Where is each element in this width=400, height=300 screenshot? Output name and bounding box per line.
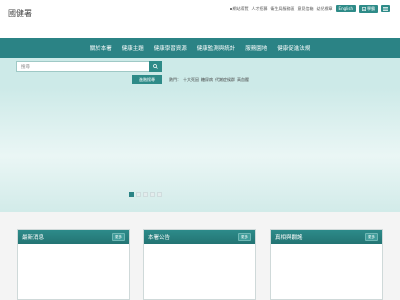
hot-label: 熱門： — [169, 77, 181, 82]
nav-regulations[interactable]: 健康促進法規 — [277, 44, 310, 52]
news-card: 最新消息 更多 — [17, 229, 130, 300]
english-button[interactable]: English — [335, 5, 356, 12]
image-icon — [362, 6, 366, 11]
carousel-dot[interactable] — [157, 192, 162, 197]
square-icon — [229, 7, 232, 10]
search-icon — [153, 64, 158, 69]
main-navigation: 關於本署 健康主題 健康學習資源 健康監測與統計 服務園地 健康促進法規 — [0, 38, 400, 58]
carousel-dot[interactable] — [129, 192, 134, 197]
announcement-card: 本署公告 更多 — [143, 229, 256, 300]
card-header: 本署公告 更多 — [144, 230, 255, 244]
toplink-local-health[interactable]: 衛生局服務區 — [271, 6, 295, 12]
toplink-mailbox[interactable]: 意見信箱 — [298, 6, 314, 12]
grid-icon — [383, 6, 388, 11]
carousel-dot[interactable] — [136, 192, 141, 197]
top-utility-links: 網站導覽 人才招募 衛生局服務區 意見信箱 幼兒標章 English 學霸 — [229, 4, 390, 13]
card-title: 真相與闢謠 — [275, 235, 303, 241]
carousel-pager — [129, 192, 162, 197]
nav-learning-resources[interactable]: 健康學習資源 — [154, 44, 187, 52]
more-button[interactable]: 更多 — [365, 233, 378, 241]
site-header: 國健署 網站導覽 人才招募 衛生局服務區 意見信箱 幼兒標章 English 學… — [0, 0, 400, 38]
toplink-recruit[interactable]: 人才招募 — [252, 6, 268, 12]
more-button[interactable]: 更多 — [112, 233, 125, 241]
hot-keywords: 熱門： 十大死因 糖尿病 代謝症候群 高血壓 — [167, 77, 249, 83]
site-logo[interactable]: 國健署 — [8, 8, 32, 19]
carousel-dot[interactable] — [150, 192, 155, 197]
card-header: 真相與闢謠 更多 — [271, 230, 382, 244]
card-title: 最新消息 — [22, 235, 45, 241]
card-title: 本署公告 — [148, 235, 171, 241]
fact-check-card: 真相與闢謠 更多 — [270, 229, 383, 300]
nav-about[interactable]: 關於本署 — [90, 44, 112, 52]
nav-health-topics[interactable]: 健康主題 — [122, 44, 144, 52]
nav-services[interactable]: 服務園地 — [245, 44, 267, 52]
hot-term[interactable]: 十大死因 — [183, 77, 199, 82]
search-band: 搜尋 進階搜尋 熱門： 十大死因 糖尿病 代謝症候群 高血壓 — [0, 58, 400, 88]
content-section: 最新消息 更多 本署公告 更多 真相與闢謠 更多 — [0, 212, 400, 300]
hot-term[interactable]: 代謝症候群 — [215, 77, 235, 82]
more-button[interactable]: 更多 — [238, 233, 251, 241]
nav-monitoring-statistics[interactable]: 健康監測與統計 — [197, 44, 236, 52]
hot-term[interactable]: 糖尿病 — [201, 77, 213, 82]
hero-carousel — [0, 88, 400, 212]
toplink-sitemap[interactable]: 網站導覽 — [229, 6, 249, 12]
carousel-dot[interactable] — [143, 192, 148, 197]
toplink-child-mark[interactable]: 幼兒標章 — [317, 6, 333, 12]
advanced-search-button[interactable]: 進階搜尋 — [132, 75, 162, 84]
hot-term[interactable]: 高血壓 — [237, 77, 249, 82]
grid-menu-button[interactable] — [381, 5, 390, 12]
learn-button[interactable]: 學霸 — [359, 4, 378, 13]
search-input[interactable]: 搜尋 — [16, 61, 162, 72]
search-button[interactable] — [149, 61, 162, 72]
card-header: 最新消息 更多 — [18, 230, 129, 244]
